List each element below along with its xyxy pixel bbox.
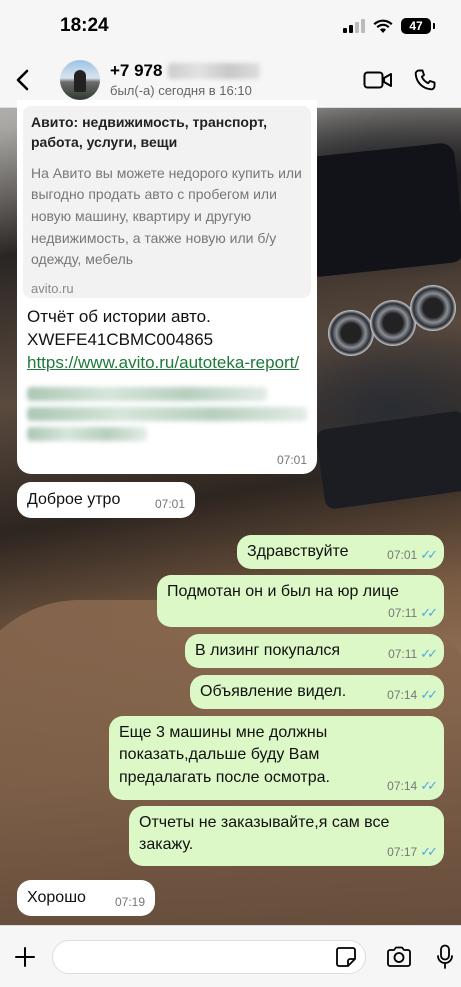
- message-text: В лизинг покупался: [195, 642, 341, 659]
- double-check-icon: ✓✓: [420, 646, 438, 662]
- wifi-icon: [373, 19, 393, 33]
- plus-icon: [15, 946, 35, 967]
- status-bar: 18:24 47: [0, 0, 461, 52]
- contact-name: +7 978: [110, 61, 363, 81]
- preview-title: Авито: недвижимость, транспорт, работа, …: [31, 114, 268, 151]
- cellular-signal-icon: [343, 19, 365, 33]
- redacted-number: [168, 63, 261, 79]
- redacted-link-block: [27, 386, 307, 441]
- message-timestamp: 07:01 ✓✓: [387, 547, 438, 563]
- wallpaper-console: [315, 409, 461, 511]
- attach-button[interactable]: [2, 945, 48, 969]
- camera-icon[interactable]: [386, 946, 412, 968]
- video-camera-icon[interactable]: [363, 70, 393, 90]
- last-seen-status: был(-а) сегодня в 16:10: [110, 83, 252, 98]
- message-text: Хорошо: [27, 889, 86, 906]
- message-line: Отчёт об истории авто.: [27, 307, 211, 326]
- message-timestamp: 07:11 ✓✓: [388, 646, 438, 662]
- outgoing-message[interactable]: Объявление видел. 07:14 ✓✓: [190, 675, 444, 709]
- message-text: Доброе утро: [27, 491, 121, 508]
- status-icons: 47: [343, 18, 435, 34]
- message-text-block: Отчёт об истории авто. XWEFE41CBMC004865…: [17, 298, 317, 441]
- wallpaper-vent: [328, 310, 374, 356]
- message-timestamp: 07:01: [276, 453, 307, 468]
- microphone-icon[interactable]: [436, 944, 454, 970]
- double-check-icon: ✓✓: [420, 778, 438, 794]
- battery-indicator: 47: [401, 18, 435, 34]
- outgoing-message[interactable]: Подмотан он и был на юр лице 07:11 ✓✓: [157, 575, 444, 627]
- preview-domain: avito.ru: [31, 281, 74, 297]
- link-preview-message[interactable]: Авито: недвижимость, транспорт, работа, …: [17, 100, 317, 474]
- wallpaper-car-screen: [294, 141, 461, 279]
- chevron-left-icon: [16, 69, 29, 90]
- message-text: Объявление видел.: [200, 683, 347, 700]
- phone-icon[interactable]: [413, 68, 437, 92]
- avatar[interactable]: [60, 59, 100, 100]
- autoteka-report-link[interactable]: https://www.avito.ru/autoteka-report/: [27, 352, 307, 375]
- message-timestamp: 07:14 ✓✓: [387, 687, 438, 703]
- message-timestamp: 07:17 ✓✓: [387, 844, 438, 860]
- message-text: Еще 3 машины мне должны показать,дальше …: [119, 724, 330, 786]
- message-line: XWEFE41CBMC004865: [27, 329, 214, 349]
- double-check-icon: ✓✓: [420, 844, 438, 860]
- outgoing-message[interactable]: Здравствуйте 07:01 ✓✓: [237, 535, 444, 569]
- preview-description: На Авито вы можете недорого купить или в…: [31, 164, 302, 268]
- wallpaper-vent: [410, 285, 456, 331]
- message-text: Здравствуйте: [247, 543, 349, 560]
- double-check-icon: ✓✓: [420, 547, 438, 563]
- contact-info[interactable]: +7 978 был(-а) сегодня в 16:10: [110, 61, 363, 98]
- sticker-icon[interactable]: [335, 946, 357, 968]
- outgoing-message[interactable]: Еще 3 машины мне должны показать,дальше …: [109, 716, 444, 800]
- message-timestamp: 07:14 ✓✓: [387, 778, 438, 794]
- header-actions: [363, 68, 437, 92]
- outgoing-message[interactable]: Отчеты не заказывайте,я сам все закажу. …: [129, 806, 444, 866]
- message-timestamp: 07:19: [114, 895, 145, 910]
- incoming-message[interactable]: Хорошо 07:19: [17, 880, 155, 916]
- status-time: 18:24: [60, 15, 109, 36]
- message-input-bar: [0, 925, 461, 987]
- message-timestamp: 07:01: [154, 497, 185, 512]
- input-actions: [386, 944, 454, 970]
- message-timestamp: 07:11 ✓✓: [388, 605, 438, 621]
- message-input[interactable]: [52, 939, 366, 974]
- incoming-message[interactable]: Доброе утро 07:01: [17, 482, 195, 518]
- link-preview-card[interactable]: Авито: недвижимость, транспорт, работа, …: [23, 106, 311, 298]
- outgoing-message[interactable]: В лизинг покупался 07:11 ✓✓: [185, 634, 444, 668]
- double-check-icon: ✓✓: [420, 605, 438, 621]
- message-text: Подмотан он и был на юр лице: [167, 583, 399, 600]
- double-check-icon: ✓✓: [420, 687, 438, 703]
